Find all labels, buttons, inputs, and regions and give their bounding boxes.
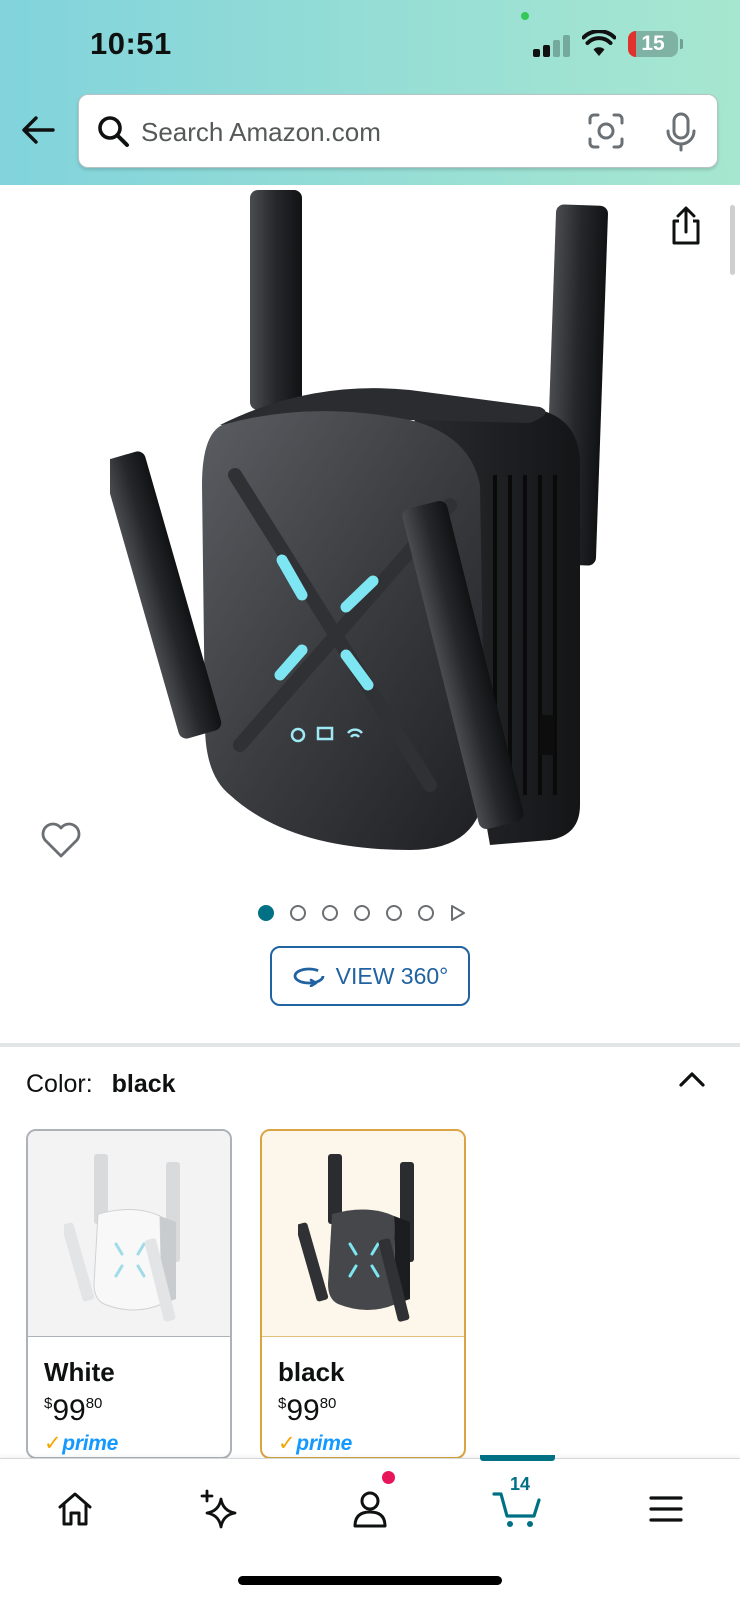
prime-badge: ✓prime: [278, 1432, 352, 1455]
notification-dot: [382, 1471, 395, 1484]
prime-check-icon: ✓: [278, 1432, 296, 1455]
search-icon: [98, 116, 129, 147]
color-option-name: black: [278, 1357, 345, 1387]
battery-icon: 15: [628, 31, 678, 57]
active-tab-indicator: [480, 1455, 555, 1461]
pagination-dot[interactable]: [290, 905, 306, 921]
color-selector-header: Color: black: [26, 1070, 176, 1099]
view-360-label: VIEW 360°: [335, 962, 449, 989]
nav-account[interactable]: [340, 1479, 400, 1539]
prime-badge: ✓prime: [44, 1432, 118, 1455]
bottom-navigation: 14: [0, 1455, 740, 1600]
color-option-price: $9980: [44, 1394, 103, 1427]
back-arrow-icon[interactable]: [20, 112, 56, 148]
color-option-image: [28, 1131, 230, 1336]
microphone-icon[interactable]: [664, 112, 698, 152]
home-icon: [58, 1492, 92, 1526]
search-bar[interactable]: [78, 94, 718, 168]
pagination-dot[interactable]: [418, 905, 434, 921]
color-option-name: White: [44, 1357, 115, 1387]
pagination-dot[interactable]: [354, 905, 370, 921]
scroll-indicator: [730, 205, 735, 275]
color-option-price: $9980: [278, 1394, 337, 1427]
nav-home[interactable]: [45, 1479, 105, 1539]
wifi-icon: [582, 30, 616, 56]
rotate-360-icon: [293, 967, 325, 987]
product-image[interactable]: [110, 185, 630, 885]
share-icon[interactable]: [668, 206, 704, 246]
status-time: 10:51: [90, 26, 172, 61]
prime-check-icon: ✓: [44, 1432, 62, 1455]
pagination-dot[interactable]: [258, 905, 274, 921]
cellular-signal-icon: [533, 35, 571, 57]
search-input[interactable]: [141, 115, 541, 149]
color-option-black[interactable]: black $9980 ✓prime: [260, 1129, 466, 1459]
color-option-white[interactable]: White $9980 ✓prime: [26, 1129, 232, 1459]
sparkle-icon: [200, 1489, 237, 1529]
heart-icon[interactable]: [40, 820, 82, 860]
color-option-image: [262, 1131, 464, 1336]
play-icon[interactable]: [450, 904, 466, 922]
privacy-indicator: [521, 12, 529, 20]
battery-level: 15: [641, 32, 665, 55]
account-icon: [353, 1491, 387, 1528]
image-pagination[interactable]: [258, 903, 466, 923]
color-label: Color:: [26, 1070, 93, 1098]
view-360-button[interactable]: VIEW 360°: [270, 946, 470, 1006]
pagination-dot[interactable]: [322, 905, 338, 921]
menu-icon: [649, 1496, 683, 1522]
pagination-dot[interactable]: [386, 905, 402, 921]
nav-rufus[interactable]: [190, 1479, 250, 1539]
cart-count: 14: [510, 1474, 531, 1494]
app-header: 10:51 15: [0, 0, 740, 185]
selected-color: black: [111, 1070, 176, 1098]
chevron-up-icon[interactable]: [677, 1068, 707, 1090]
nav-menu[interactable]: [636, 1479, 696, 1539]
section-divider: [0, 1043, 740, 1047]
home-indicator: [238, 1576, 502, 1585]
camera-scan-icon[interactable]: [587, 112, 625, 150]
